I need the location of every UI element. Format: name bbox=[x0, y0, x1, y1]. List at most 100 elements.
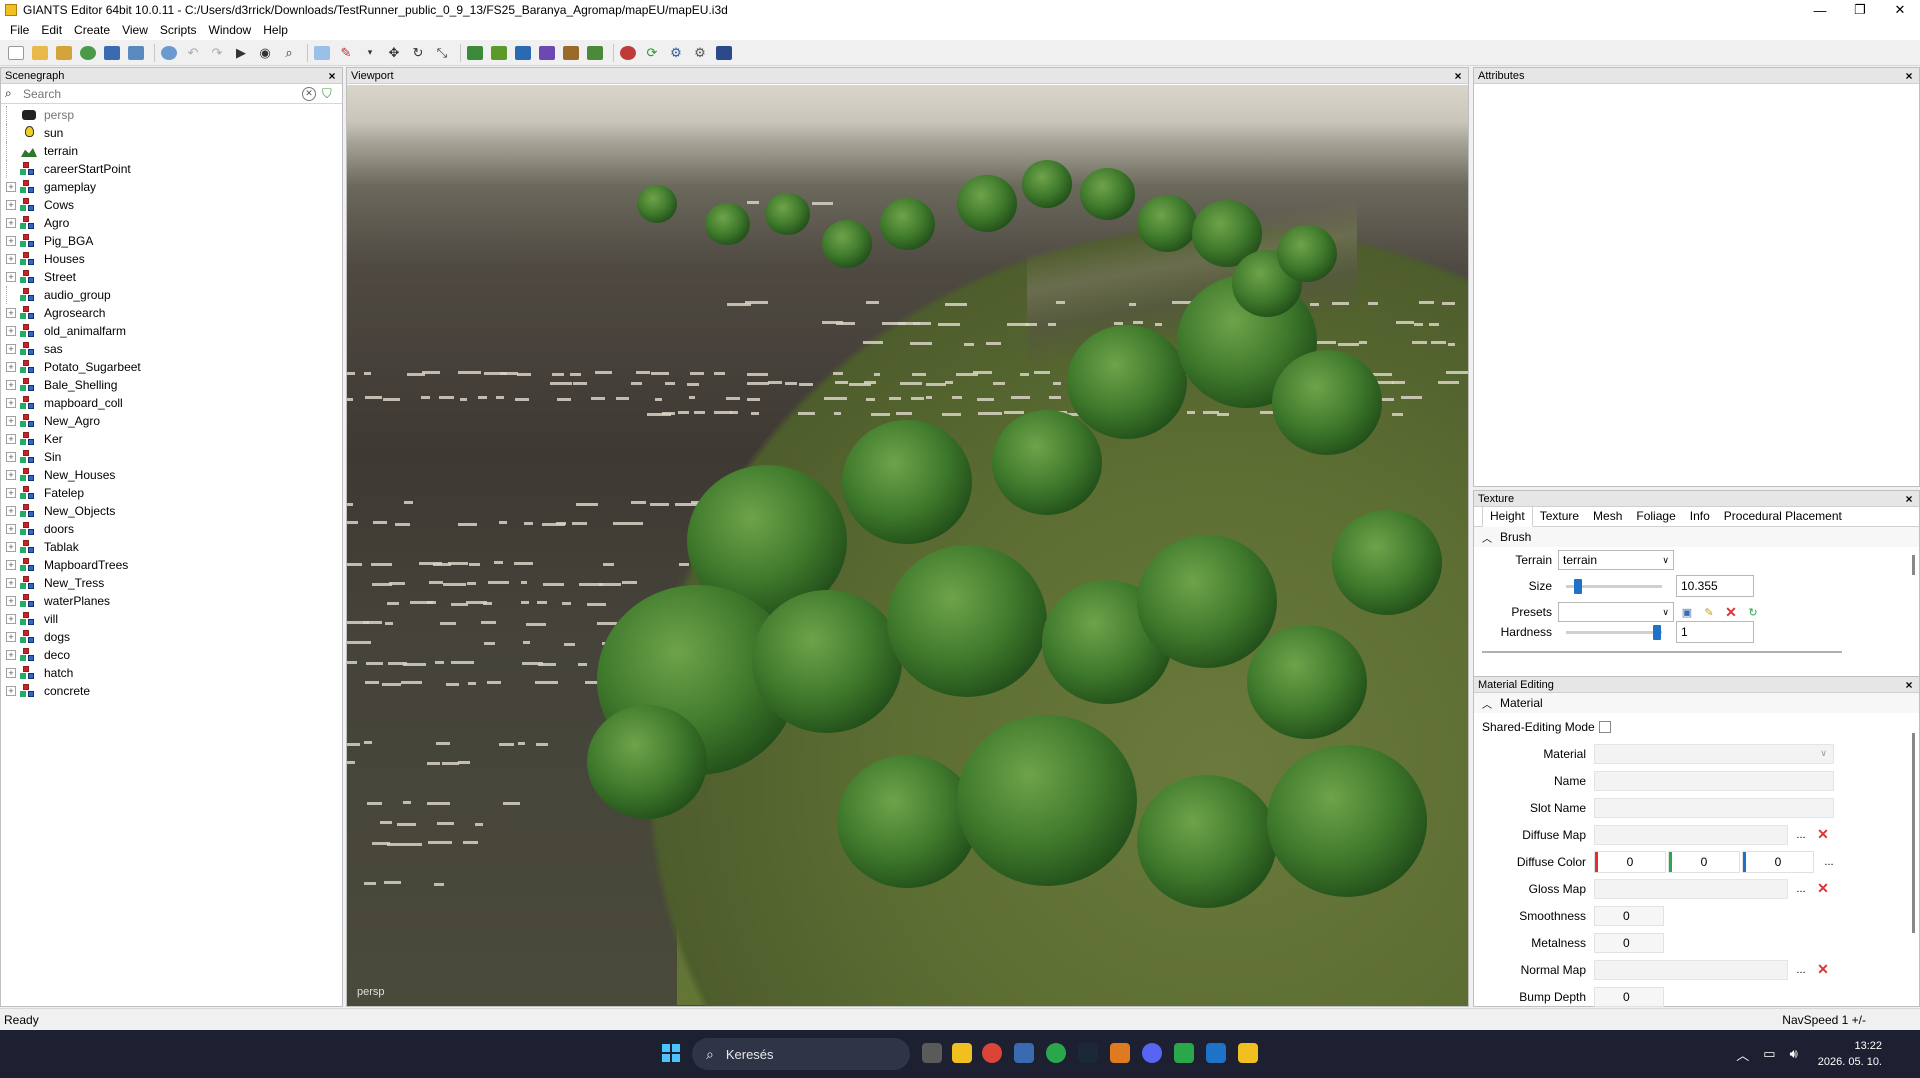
smoothness-input[interactable]: 0 bbox=[1594, 905, 1664, 926]
dropdown-arrow-icon[interactable]: ▾ bbox=[360, 43, 380, 63]
scenegraph-node[interactable]: + waterPlanes bbox=[1, 592, 342, 610]
foliage-erase-icon[interactable] bbox=[537, 43, 557, 63]
expand-icon[interactable]: + bbox=[6, 632, 16, 642]
scenegraph-node[interactable]: + MapboardTrees bbox=[1, 556, 342, 574]
expand-icon[interactable]: + bbox=[6, 668, 16, 678]
expand-icon[interactable]: + bbox=[6, 542, 16, 552]
scenegraph-node[interactable]: audio_group bbox=[1, 286, 342, 304]
scenegraph-node[interactable]: + New_Tress bbox=[1, 574, 342, 592]
terrain-paint-icon[interactable] bbox=[489, 43, 509, 63]
diffuse-map-clear-icon[interactable]: ✕ bbox=[1814, 826, 1832, 844]
app-icon[interactable] bbox=[1014, 1043, 1034, 1063]
tab-mesh[interactable]: Mesh bbox=[1586, 509, 1629, 526]
brush-section-header[interactable]: ︿ Brush bbox=[1474, 527, 1919, 547]
menu-scripts[interactable]: Scripts bbox=[154, 23, 203, 37]
diffuse-map-field[interactable] bbox=[1594, 824, 1788, 845]
maximize-button[interactable]: ❐ bbox=[1840, 0, 1880, 20]
menu-file[interactable]: File bbox=[4, 23, 35, 37]
scenegraph-node[interactable]: careerStartPoint bbox=[1, 160, 342, 178]
scenegraph-node[interactable]: + concrete bbox=[1, 682, 342, 700]
3d-viewport-canvas[interactable]: persp bbox=[347, 85, 1468, 1006]
scenegraph-node[interactable]: + doors bbox=[1, 520, 342, 538]
terrain-sculpt-icon[interactable] bbox=[465, 43, 485, 63]
search-input[interactable] bbox=[23, 86, 302, 101]
menu-view[interactable]: View bbox=[116, 23, 154, 37]
edit-icon[interactable] bbox=[54, 43, 74, 63]
size-slider[interactable] bbox=[1566, 576, 1662, 596]
expand-icon[interactable]: + bbox=[6, 344, 16, 354]
steam-icon[interactable] bbox=[1078, 1043, 1098, 1063]
save-preset-icon[interactable]: ▣ bbox=[1678, 603, 1696, 621]
gloss-map-field[interactable] bbox=[1594, 878, 1788, 899]
volume-icon[interactable]: 🔊︎ bbox=[1790, 1046, 1798, 1062]
export-icon[interactable] bbox=[126, 43, 146, 63]
diffuse-map-browse-button[interactable]: ... bbox=[1792, 826, 1810, 844]
app-icon[interactable] bbox=[1046, 1043, 1066, 1063]
scenegraph-node[interactable]: + Ker bbox=[1, 430, 342, 448]
material-select[interactable]: ∨ bbox=[1594, 743, 1834, 764]
expand-icon[interactable]: + bbox=[6, 200, 16, 210]
expand-icon[interactable]: + bbox=[6, 686, 16, 696]
diffuse-color-picker-button[interactable]: ... bbox=[1820, 853, 1838, 871]
close-icon[interactable]: × bbox=[1903, 492, 1915, 506]
tab-info[interactable]: Info bbox=[1683, 509, 1717, 526]
diffuse-color-blue[interactable]: 0 bbox=[1742, 850, 1814, 873]
scenegraph-node[interactable]: + dogs bbox=[1, 628, 342, 646]
diffuse-color-red[interactable]: 0 bbox=[1594, 850, 1666, 873]
expand-icon[interactable]: + bbox=[6, 596, 16, 606]
close-icon[interactable]: × bbox=[1452, 69, 1464, 83]
bump-depth-input[interactable]: 0 bbox=[1594, 986, 1664, 1007]
scenegraph-node[interactable]: + sas bbox=[1, 340, 342, 358]
clock[interactable]: 13:22 2026. 05. 10. bbox=[1818, 1038, 1882, 1070]
expand-icon[interactable]: + bbox=[6, 272, 16, 282]
expand-icon[interactable]: + bbox=[6, 614, 16, 624]
scenegraph-node[interactable]: + Street bbox=[1, 268, 342, 286]
refresh-icon[interactable] bbox=[78, 43, 98, 63]
open-folder-icon[interactable] bbox=[30, 43, 50, 63]
close-icon[interactable]: × bbox=[1903, 69, 1915, 83]
plugin-gear-icon[interactable]: ⚙ bbox=[690, 43, 710, 63]
scenegraph-node[interactable]: + deco bbox=[1, 646, 342, 664]
scenegraph-node[interactable]: + Pig_BGA bbox=[1, 232, 342, 250]
menu-edit[interactable]: Edit bbox=[35, 23, 68, 37]
expand-icon[interactable]: + bbox=[6, 236, 16, 246]
undo-icon[interactable]: ↶ bbox=[183, 43, 203, 63]
shader-icon[interactable] bbox=[618, 43, 638, 63]
expand-icon[interactable]: + bbox=[6, 488, 16, 498]
scenegraph-node[interactable]: + mapboard_coll bbox=[1, 394, 342, 412]
expand-icon[interactable]: + bbox=[6, 326, 16, 336]
tree-icon[interactable] bbox=[585, 43, 605, 63]
render-icon[interactable] bbox=[714, 43, 734, 63]
task-view-icon[interactable] bbox=[922, 1043, 942, 1063]
vertical-scrollbar[interactable] bbox=[1912, 733, 1915, 933]
taskbar-search-box[interactable]: ⌕ Keresés bbox=[692, 1038, 910, 1070]
expand-icon[interactable]: + bbox=[6, 452, 16, 462]
scenegraph-node[interactable]: + Fatelep bbox=[1, 484, 342, 502]
zoom-icon[interactable]: ⌕ bbox=[279, 43, 299, 63]
blender-icon[interactable] bbox=[1110, 1043, 1130, 1063]
scenegraph-node[interactable]: + New_Objects bbox=[1, 502, 342, 520]
expand-icon[interactable]: + bbox=[6, 362, 16, 372]
reset-preset-icon[interactable]: ↻ bbox=[1744, 603, 1762, 621]
settings-gear-icon[interactable]: ⚙ bbox=[666, 43, 686, 63]
scale-icon[interactable]: ⤡ bbox=[432, 43, 452, 63]
scenegraph-node[interactable]: + Cows bbox=[1, 196, 342, 214]
expand-icon[interactable]: + bbox=[6, 578, 16, 588]
scenegraph-node[interactable]: + Potato_Sugarbeet bbox=[1, 358, 342, 376]
brush-icon[interactable]: ✎ bbox=[336, 43, 356, 63]
tab-foliage[interactable]: Foliage bbox=[1629, 509, 1682, 526]
expand-icon[interactable]: + bbox=[6, 182, 16, 192]
expand-icon[interactable]: + bbox=[6, 308, 16, 318]
vertical-scrollbar[interactable] bbox=[1912, 555, 1915, 575]
expand-icon[interactable]: + bbox=[6, 380, 16, 390]
normal-map-field[interactable] bbox=[1594, 959, 1788, 980]
shared-mode-checkbox[interactable] bbox=[1598, 720, 1611, 733]
chevron-up-icon[interactable]: ︿ bbox=[1736, 1045, 1749, 1064]
expand-icon[interactable]: + bbox=[6, 416, 16, 426]
expand-icon[interactable]: + bbox=[6, 218, 16, 228]
terrain-select[interactable]: terrain ∨ bbox=[1558, 550, 1674, 570]
app-icon[interactable] bbox=[1206, 1043, 1226, 1063]
gloss-map-clear-icon[interactable]: ✕ bbox=[1814, 880, 1832, 898]
scenegraph-node[interactable]: + New_Agro bbox=[1, 412, 342, 430]
close-icon[interactable]: × bbox=[1903, 678, 1915, 692]
